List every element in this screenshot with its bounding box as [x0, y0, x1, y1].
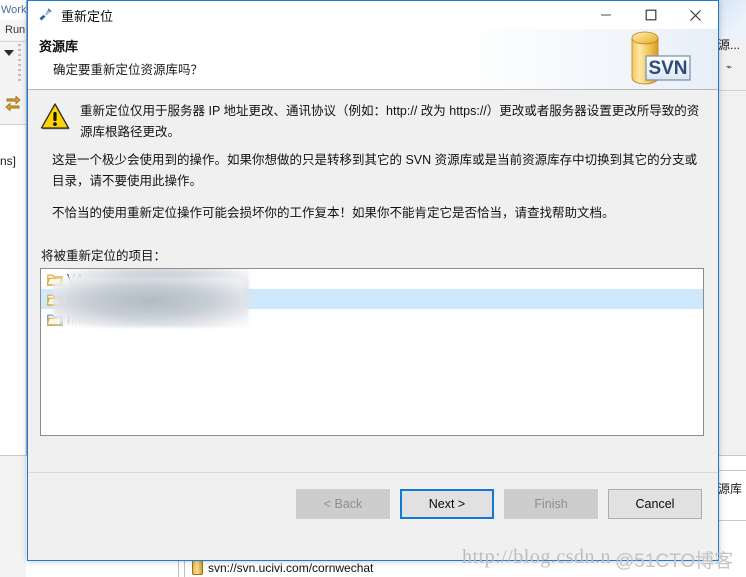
page-title: 资源库	[39, 39, 79, 54]
next-button[interactable]: Next >	[400, 489, 494, 519]
dialog-body: 重新定位仅用于服务器 IP 地址更改、通讯协议（例如：http:// 改为 ht…	[28, 90, 718, 560]
ide-editor-text: ns]	[0, 154, 17, 168]
divider	[28, 472, 718, 473]
window-controls	[583, 1, 718, 29]
finish-button[interactable]: Finish	[504, 489, 598, 519]
page-subtitle: 确定要重新定位资源库吗？	[53, 63, 204, 77]
finish-button-label: Finish	[534, 497, 568, 511]
svg-text:SVN: SVN	[648, 58, 687, 79]
list-item[interactable]: Mas	[41, 289, 703, 309]
watermark-csdn: http://blog.csdn.n	[462, 546, 611, 568]
relocate-dialog: 重新定位 资源库 确定要重新定位资源库吗？ SVN 重新定位仅用于服务器 IP …	[27, 0, 719, 561]
warning-block: 重新定位仅用于服务器 IP 地址更改、通讯协议（例如：http:// 改为 ht…	[40, 101, 706, 143]
toolbar-grip[interactable]	[18, 44, 21, 84]
list-item-label: Mas	[67, 292, 91, 306]
warning-triangle-icon	[40, 102, 70, 130]
chevron-down-icon[interactable]	[4, 50, 14, 56]
list-item-label: V4	[67, 272, 83, 286]
minimize-button[interactable]	[583, 1, 628, 29]
relocate-items-list[interactable]: V4 Mas nMas	[40, 268, 704, 436]
folder-icon	[46, 293, 63, 306]
back-button[interactable]: < Back	[296, 489, 390, 519]
info-paragraph-3: 不恰当的使用重新定位操作可能会损坏你的工作复本！如果你不能肯定它是否恰当，请查找…	[52, 206, 615, 220]
repo-tree-label: svn://svn.ucivi.com/cornwechat	[208, 560, 374, 575]
folder-icon	[46, 313, 63, 326]
maximize-button[interactable]	[628, 1, 673, 29]
ide-editor-area	[0, 125, 25, 455]
folder-icon	[46, 273, 63, 286]
close-button[interactable]	[673, 1, 718, 29]
synchronize-icon[interactable]	[3, 93, 23, 118]
dialog-titlebar[interactable]: 重新定位	[28, 1, 718, 29]
warning-text: 重新定位仅用于服务器 IP 地址更改、通讯协议（例如：http:// 改为 ht…	[80, 104, 700, 139]
watermark-51cto: @51CTO博客	[615, 551, 734, 572]
dialog-header: 资源库 确定要重新定位资源库吗？ SVN	[28, 29, 718, 90]
ide-marker-icon: ⌁	[726, 62, 733, 73]
ide-toolstrip	[0, 41, 26, 89]
dialog-button-row: < Back Next > Finish Cancel	[296, 489, 702, 519]
dialog-title: 重新定位	[61, 8, 114, 24]
list-item[interactable]: V4	[41, 269, 703, 289]
relocate-icon	[36, 6, 54, 24]
ide-tab-workspace[interactable]: Work	[0, 0, 26, 20]
repo-tree-item[interactable]: svn://svn.ucivi.com/cornwechat	[192, 560, 373, 575]
cancel-button[interactable]: Cancel	[608, 489, 702, 519]
info-paragraph-2: 这是一个极少会使用到的操作。如果你想做的只是转移到其它的 SVN 资源库或是当前…	[52, 153, 698, 188]
back-button-label: < Back	[323, 497, 363, 511]
cancel-button-label: Cancel	[635, 497, 675, 511]
ide-tab-run[interactable]: Run	[0, 20, 26, 40]
screenshot-root: Work Run ns] 资源... ⌁ 资源库 svn://svn.ucivi…	[0, 0, 746, 577]
list-item-label: nMas	[67, 312, 98, 326]
list-item[interactable]: nMas	[41, 309, 703, 329]
svn-repo-icon	[192, 560, 203, 575]
svn-repository-logo: SVN	[622, 29, 700, 89]
next-button-label: Next >	[428, 497, 466, 511]
list-label: 将被重新定位的项目：	[41, 249, 167, 263]
